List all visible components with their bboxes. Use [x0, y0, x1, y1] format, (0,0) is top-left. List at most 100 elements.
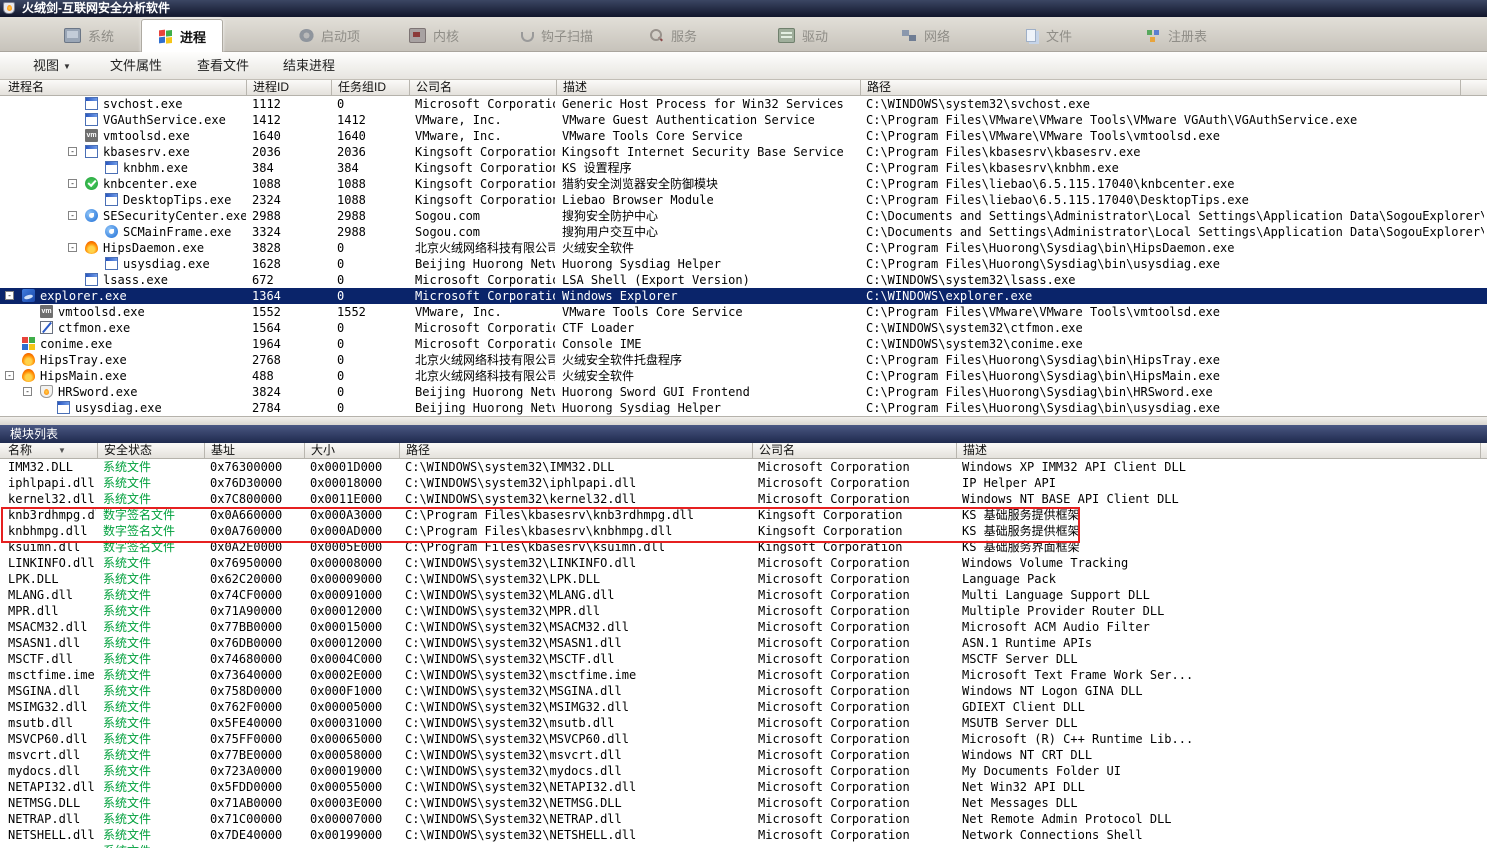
security-status: 系统文件: [103, 635, 203, 651]
module-row[interactable]: MSIMG32.dll系统文件0x762F00000x00005000C:\WI…: [0, 699, 1487, 715]
module-row[interactable]: kernel32.dll系统文件0x7C8000000x0011E000C:\W…: [0, 491, 1487, 507]
module-row-partial[interactable]: 系统文件: [0, 843, 1487, 848]
col-company[interactable]: 公司名: [409, 80, 452, 95]
tab-file[interactable]: 文件: [1008, 20, 1088, 51]
process-name: vmtoolsd.exe: [58, 304, 246, 320]
tree-collapse-toggle[interactable]: -: [5, 291, 14, 300]
security-status: 系统文件: [103, 843, 203, 848]
module-row[interactable]: iphlpapi.dll系统文件0x76D300000x00018000C:\W…: [0, 475, 1487, 491]
tab-driver[interactable]: 驱动: [762, 20, 844, 51]
module-row[interactable]: msvcrt.dll系统文件0x77BE00000x00058000C:\WIN…: [0, 747, 1487, 763]
tree-collapse-toggle[interactable]: -: [23, 387, 32, 396]
process-row[interactable]: -HRSword.exe38240Beijing Huorong Netwo..…: [0, 384, 1487, 400]
module-row[interactable]: knb3rdhmpg.dll数字签名文件0x0A6600000x000A3000…: [0, 507, 1487, 523]
tab-process[interactable]: 进程: [141, 19, 223, 53]
module-row[interactable]: ksuimn.dll数字签名文件0x0A2E00000x0005E000C:\P…: [0, 539, 1487, 555]
module-path: C:\WINDOWS\system32\MSVCP60.dll: [405, 731, 750, 747]
module-description: MSUTB Server DLL: [962, 715, 1484, 731]
tree-collapse-toggle[interactable]: -: [68, 243, 77, 252]
col-module-name[interactable]: 名称▼: [0, 443, 66, 458]
process-row[interactable]: SCMainFrame.exe33242988Sogou.com搜狗用户交互中心…: [0, 224, 1487, 240]
module-row[interactable]: LPK.DLL系统文件0x62C200000x00009000C:\WINDOW…: [0, 571, 1487, 587]
process-row[interactable]: DesktopTips.exe23241088Kingsoft Corporat…: [0, 192, 1487, 208]
process-description: VMware Tools Core Service: [562, 128, 858, 144]
module-row[interactable]: NETMSG.DLL系统文件0x71AB00000x0003E000C:\WIN…: [0, 795, 1487, 811]
module-row[interactable]: MSVCP60.dll系统文件0x75FF00000x00065000C:\WI…: [0, 731, 1487, 747]
process-row[interactable]: -SESecurityCenter.exe29882988Sogou.com搜狗…: [0, 208, 1487, 224]
col-path[interactable]: 路径: [860, 80, 891, 95]
window-icon: [85, 145, 98, 158]
base-address: 0x74CF0000: [210, 587, 302, 603]
tree-collapse-toggle[interactable]: -: [68, 179, 77, 188]
file-properties-button[interactable]: 文件属性: [110, 57, 162, 75]
view-menu[interactable]: 视图▼: [33, 57, 71, 75]
tree-collapse-toggle[interactable]: -: [5, 371, 14, 380]
module-name: MPR.dll: [8, 603, 96, 619]
module-description: Net Remote Admin Protocol DLL: [962, 811, 1484, 827]
col-process-name[interactable]: 进程名: [0, 80, 44, 95]
process-row[interactable]: -HipsMain.exe4880北京火绒网络科技有限公司火绒安全软件C:\Pr…: [0, 368, 1487, 384]
module-row[interactable]: msctfime.ime系统文件0x736400000x0002E000C:\W…: [0, 667, 1487, 683]
col-module-desc[interactable]: 描述: [956, 443, 987, 458]
col-base-address[interactable]: 基址: [204, 443, 235, 458]
tab-kernel[interactable]: 内核: [393, 20, 475, 51]
process-row[interactable]: -kbasesrv.exe20362036Kingsoft Corporatio…: [0, 144, 1487, 160]
process-row[interactable]: usysdiag.exe16280Beijing Huorong Netwo..…: [0, 256, 1487, 272]
tree-collapse-toggle[interactable]: -: [68, 211, 77, 220]
end-process-button[interactable]: 结束进程: [283, 57, 335, 75]
tab-startup[interactable]: 启动项: [283, 20, 376, 51]
col-module-company[interactable]: 公司名: [752, 443, 795, 458]
module-size: 0x00058000: [310, 747, 398, 763]
module-row[interactable]: MSGINA.dll系统文件0x758D00000x000F1000C:\WIN…: [0, 683, 1487, 699]
process-row[interactable]: -knbcenter.exe10881088Kingsoft Corporati…: [0, 176, 1487, 192]
splitter[interactable]: [0, 416, 1487, 425]
module-row[interactable]: MSACM32.dll系统文件0x77BB00000x00015000C:\WI…: [0, 619, 1487, 635]
tab-registry[interactable]: 注册表: [1130, 20, 1223, 51]
process-row[interactable]: ctfmon.exe15640Microsoft CorporationCTF …: [0, 320, 1487, 336]
module-row[interactable]: MSCTF.dll系统文件0x746800000x0004C000C:\WIND…: [0, 651, 1487, 667]
module-row[interactable]: NETSHELL.dll系统文件0x7DE400000x00199000C:\W…: [0, 827, 1487, 843]
col-security-status[interactable]: 安全状态: [97, 443, 152, 458]
process-row[interactable]: usysdiag.exe27840Beijing Huorong Netwo..…: [0, 400, 1487, 416]
module-row[interactable]: NETAPI32.dll系统文件0x5FDD00000x00055000C:\W…: [0, 779, 1487, 795]
module-company: Microsoft Corporation: [758, 683, 954, 699]
module-row[interactable]: MLANG.dll系统文件0x74CF00000x00091000C:\WIND…: [0, 587, 1487, 603]
process-path: C:\Program Files\Huorong\Sysdiag\bin\usy…: [866, 400, 1484, 416]
module-description: Language Pack: [962, 571, 1484, 587]
process-row[interactable]: conime.exe19640Microsoft CorporationCons…: [0, 336, 1487, 352]
process-row[interactable]: VGAuthService.exe14121412VMware, Inc.VMw…: [0, 112, 1487, 128]
process-row[interactable]: -explorer.exe13640Microsoft CorporationW…: [0, 288, 1487, 304]
col-module-path[interactable]: 路径: [399, 443, 430, 458]
module-row[interactable]: LINKINFO.dll系统文件0x769500000x00008000C:\W…: [0, 555, 1487, 571]
view-file-button[interactable]: 查看文件: [197, 57, 249, 75]
tab-hook-scan[interactable]: 钩子扫描: [505, 20, 609, 51]
module-list: IMM32.DLL系统文件0x763000000x0001D000C:\WIND…: [0, 459, 1487, 848]
process-row[interactable]: svchost.exe11120Microsoft CorporationGen…: [0, 96, 1487, 112]
col-description[interactable]: 描述: [556, 80, 587, 95]
process-row[interactable]: -HipsDaemon.exe38280北京火绒网络科技有限公司火绒安全软件C:…: [0, 240, 1487, 256]
module-row[interactable]: NETRAP.dll系统文件0x71C000000x00007000C:\WIN…: [0, 811, 1487, 827]
process-row[interactable]: vmvmtoolsd.exe15521552VMware, Inc.VMware…: [0, 304, 1487, 320]
company-name: Kingsoft Corporation: [415, 144, 555, 160]
tab-service[interactable]: 服务: [633, 20, 713, 51]
process-row[interactable]: knbhm.exe384384Kingsoft CorporationKS 设置…: [0, 160, 1487, 176]
col-size[interactable]: 大小: [304, 443, 335, 458]
tree-collapse-toggle[interactable]: -: [68, 147, 77, 156]
module-row[interactable]: mydocs.dll系统文件0x723A00000x00019000C:\WIN…: [0, 763, 1487, 779]
module-row[interactable]: msutb.dll系统文件0x5FE400000x00031000C:\WIND…: [0, 715, 1487, 731]
tab-system[interactable]: 系统: [48, 20, 130, 51]
tab-network[interactable]: 网络: [886, 20, 966, 51]
process-path: C:\Program Files\kbasesrv\knbhm.exe: [866, 160, 1484, 176]
process-row[interactable]: lsass.exe6720Microsoft CorporationLSA Sh…: [0, 272, 1487, 288]
process-row[interactable]: HipsTray.exe27680北京火绒网络科技有限公司火绒安全软件托盘程序C…: [0, 352, 1487, 368]
process-row[interactable]: vmvmtoolsd.exe16401640VMware, Inc.VMware…: [0, 128, 1487, 144]
module-row[interactable]: knbhmpg.dll数字签名文件0x0A7600000x000AD000C:\…: [0, 523, 1487, 539]
process-id: 488: [252, 368, 330, 384]
col-process-id[interactable]: 进程ID: [246, 80, 289, 95]
process-id: 1364: [252, 288, 330, 304]
module-path: C:\WINDOWS\system32\msutb.dll: [405, 715, 750, 731]
module-row[interactable]: MSASN1.dll系统文件0x76DB00000x00012000C:\WIN…: [0, 635, 1487, 651]
col-task-group-id[interactable]: 任务组ID: [331, 80, 386, 95]
module-row[interactable]: IMM32.DLL系统文件0x763000000x0001D000C:\WIND…: [0, 459, 1487, 475]
module-row[interactable]: MPR.dll系统文件0x71A900000x00012000C:\WINDOW…: [0, 603, 1487, 619]
